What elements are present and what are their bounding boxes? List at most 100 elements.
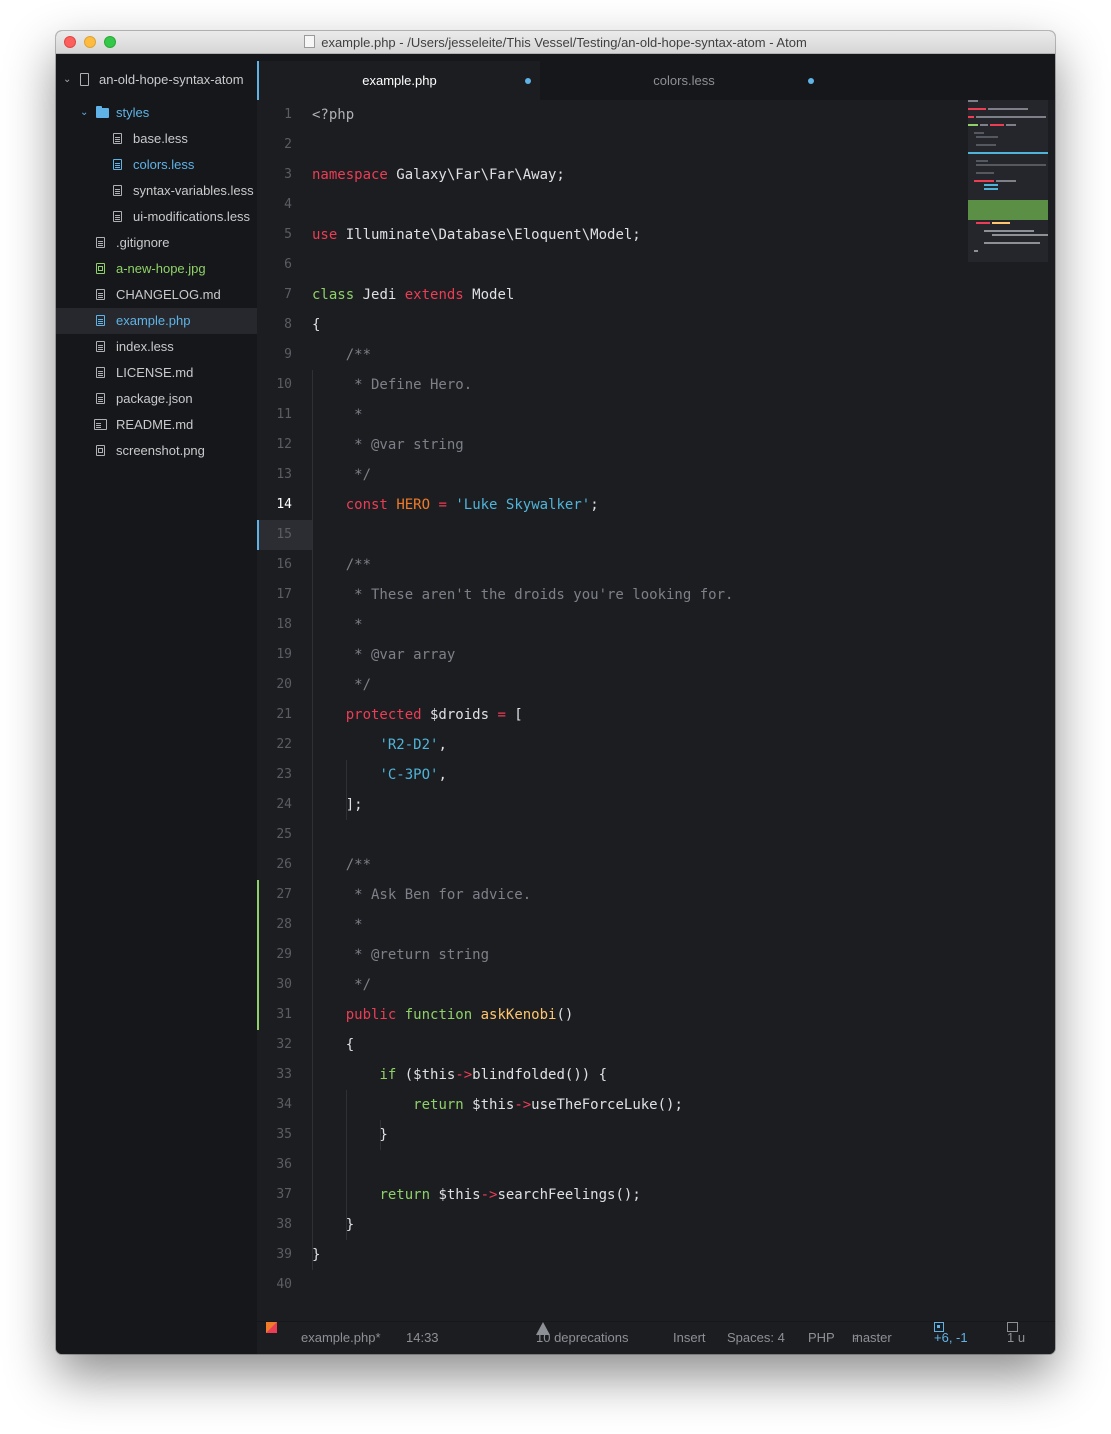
code-text: /** [312, 557, 372, 573]
tree-file-colors-less[interactable]: colors.less [56, 152, 257, 178]
window-title: example.php - /Users/jesseleite/This Ves… [321, 35, 807, 50]
tree-file-label: a-new-hope.jpg [116, 261, 206, 276]
tree-file-screenshot[interactable]: screenshot.png [56, 438, 257, 464]
tree-file-license[interactable]: LICENSE.md [56, 360, 257, 386]
minimap-line [988, 108, 1028, 110]
code-text: } [312, 1217, 355, 1233]
code-editor[interactable]: 1 <?php 2 3 namespace Galaxy\Far\Far\Away;… [257, 100, 1055, 1321]
folder-icon [96, 106, 109, 118]
minimap-line [976, 172, 994, 174]
minimap-viewport[interactable] [968, 200, 1048, 220]
tree-file-ui-modifications[interactable]: ui-modifications.less [56, 204, 257, 230]
line-number: 15 [276, 527, 292, 542]
line-number: 5 [284, 227, 292, 242]
code-line: 2 [257, 130, 1055, 160]
status-indentation[interactable]: Spaces: 4 [727, 1322, 785, 1354]
chevron-down-icon: ⌄ [63, 74, 72, 85]
tab-label: colors.less [653, 73, 715, 88]
line-number: 32 [276, 1037, 292, 1052]
status-cursor-position[interactable]: 14:33 [406, 1322, 439, 1354]
code-line: 1 <?php [257, 100, 1055, 130]
tree-file-readme[interactable]: README.md [56, 412, 257, 438]
tab-example-php[interactable]: example.php [257, 61, 540, 100]
code-line: 10 * Define Hero. [257, 370, 1055, 400]
minimap-line [996, 180, 1016, 182]
minimap-line [976, 222, 990, 224]
document-icon [304, 35, 316, 48]
minimap-line [990, 124, 1004, 126]
atom-window: example.php - /Users/jesseleite/This Ves… [56, 31, 1055, 1354]
code-text: */ [312, 677, 372, 693]
image-file-icon [96, 445, 105, 456]
code-text: * Define Hero. [312, 377, 473, 393]
code-text: * @var array [312, 647, 456, 663]
minimap-line [976, 144, 996, 146]
code-text: if ($this->blindfolded()) { [379, 1067, 608, 1083]
tree-file-index-less[interactable]: index.less [56, 334, 257, 360]
minimap-line [984, 188, 998, 190]
project-root[interactable]: ⌄ an-old-hope-syntax-atom [56, 67, 257, 93]
line-number: 28 [276, 917, 292, 932]
tree-file-label: README.md [116, 417, 194, 432]
code-line: 30 */ [257, 970, 1055, 1000]
status-file-name[interactable]: example.php* [301, 1322, 381, 1354]
code-text: <?php [312, 107, 355, 123]
line-number: 2 [284, 137, 292, 152]
code-line: 8{ [257, 310, 1055, 340]
tree-file-label: CHANGELOG.md [116, 287, 221, 302]
modified-indicator-icon[interactable] [525, 78, 531, 84]
file-icon [96, 393, 105, 404]
minimap-line [976, 160, 988, 162]
status-vim-mode[interactable]: Insert [673, 1322, 706, 1354]
tree-view[interactable]: ⌄ an-old-hope-syntax-atom ⌄ styles base.… [56, 54, 257, 1354]
file-icon [96, 237, 105, 248]
line-number: 21 [276, 707, 292, 722]
code-text: * @return string [312, 947, 490, 963]
tree-file-example-php[interactable]: example.php [56, 308, 257, 334]
tree-file-a-new-hope[interactable]: a-new-hope.jpg [56, 256, 257, 282]
code-line: 12 * @var string [257, 430, 1055, 460]
code-text: * [312, 407, 363, 423]
tree-file-syntax-variables[interactable]: syntax-variables.less [56, 178, 257, 204]
tree-file-changelog[interactable]: CHANGELOG.md [56, 282, 257, 308]
line-number: 35 [276, 1127, 292, 1142]
tree-file-label: screenshot.png [116, 443, 205, 458]
minimap-line [968, 152, 1048, 154]
code-line: 26 /** [257, 850, 1055, 880]
file-icon [96, 367, 105, 378]
code-text: */ [312, 467, 372, 483]
close-window-button[interactable] [64, 36, 76, 48]
status-grammar[interactable]: PHP [808, 1322, 835, 1354]
file-icon [113, 211, 122, 222]
tree-file-base-less[interactable]: base.less [56, 126, 257, 152]
folder-styles[interactable]: ⌄ styles [56, 100, 257, 126]
code-line: 18 * [257, 610, 1055, 640]
line-number: 37 [276, 1187, 292, 1202]
tree-file-label: syntax-variables.less [133, 183, 254, 198]
modified-indicator-icon[interactable] [808, 78, 814, 84]
line-number: 34 [276, 1097, 292, 1112]
tab-colors-less[interactable]: colors.less [540, 61, 828, 100]
tree-file-gitignore[interactable]: .gitignore [56, 230, 257, 256]
title-bar: example.php - /Users/jesseleite/This Ves… [56, 31, 1055, 54]
project-root-label: an-old-hope-syntax-atom [99, 72, 244, 87]
code-line: 36 [257, 1150, 1055, 1180]
line-number: 4 [284, 197, 292, 212]
minimap-line [984, 242, 1040, 244]
code-line: 9 /** [257, 340, 1055, 370]
minimize-window-button[interactable] [84, 36, 96, 48]
tree-file-package-json[interactable]: package.json [56, 386, 257, 412]
code-text: 'R2-D2', [379, 737, 447, 753]
file-icon [113, 159, 122, 170]
code-text: return $this->useTheForceLuke(); [413, 1097, 683, 1113]
code-text: } [312, 1127, 388, 1143]
tree-file-label: index.less [116, 339, 174, 354]
code-text: * @var string [312, 437, 464, 453]
minimap[interactable] [968, 100, 1048, 262]
minimap-line [976, 164, 1046, 166]
code-text: 'C-3PO', [379, 767, 447, 783]
maximize-window-button[interactable] [104, 36, 116, 48]
line-number: 11 [276, 407, 292, 422]
code-line: 27 * Ask Ben for advice. [257, 880, 1055, 910]
code-text: return $this->searchFeelings(); [379, 1187, 641, 1203]
